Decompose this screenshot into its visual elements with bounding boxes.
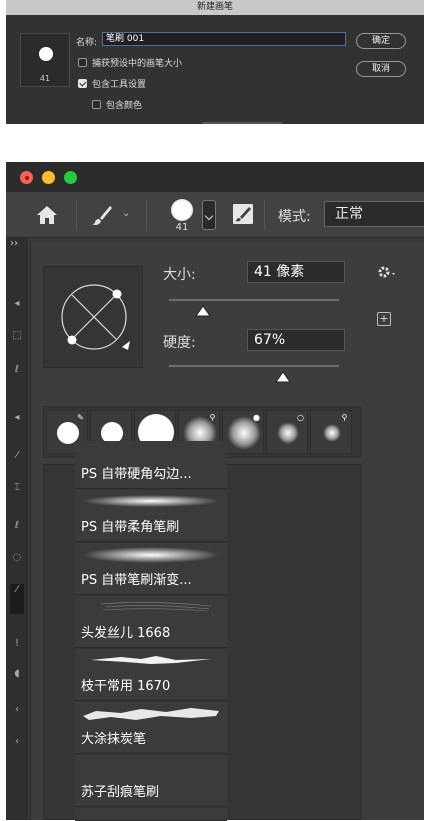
size-slider-track[interactable] [169,299,339,301]
path-tool-icon[interactable]: ‹ [11,736,23,748]
blend-mode-select[interactable]: 正常 [324,201,424,227]
brush-name: PS 自带柔角笔刷 [81,520,180,535]
size-input[interactable]: 41 像素 [247,261,345,283]
gear-icon[interactable] [375,261,397,283]
recent-brush-soft-round-opacity[interactable]: ● [222,410,264,454]
toolbar-divider [146,200,147,230]
pressure-icon: ⚲ [341,413,348,422]
gradient-tool-icon[interactable]: ◖ [11,668,23,680]
hardness-input[interactable]: 67% [247,329,345,351]
ok-button[interactable]: 确定 [356,33,406,49]
include-color-label: 包含颜色 [106,101,143,111]
brush-name: PS 自带笔刷渐变... [81,573,192,588]
size-slider-handle[interactable] [195,302,211,317]
brush-preview: 41 [20,33,70,87]
brush-size-readout: 41 [175,222,189,233]
options-bar: ⌄ 41 模式: 正常 [6,192,424,238]
stamp-tool-icon[interactable]: ℓ [11,520,23,532]
hardness-label: 硬度: [163,335,196,351]
capture-size-label: 捕获预设中的画笔大小 [92,59,183,69]
dialog-title: 新建画笔 [6,0,424,15]
checkbox-icon [78,58,87,67]
eyedropper-tool-icon[interactable]: ⁄ [11,450,23,462]
hair-stroke-preview [100,602,212,612]
name-label: 名称: [76,38,98,48]
brush-tip-icon [39,47,53,61]
soft-stroke-preview [83,495,219,507]
brush-name: PS 自带硬角勾边... [81,467,192,482]
checkbox-checked-icon [78,79,87,88]
brush-tip-icon [171,199,193,221]
cancel-button[interactable]: 取消 [356,61,406,77]
brush-list-item[interactable]: 枝干常用 1670 [75,649,227,701]
branch-stroke-preview [91,656,211,664]
brush-list-item[interactable]: PS 自带笔刷渐变... [75,543,227,595]
minimize-window-button[interactable] [42,171,55,184]
brush-tool-active-icon[interactable]: ⁄ [10,584,24,614]
charcoal-stroke-preview [83,708,219,720]
brush-tip-angle-preview[interactable] [43,266,143,368]
brush-preview-size: 41 [39,74,51,83]
blend-mode-label: 模式: [278,209,311,225]
include-tool-settings-checkbox[interactable]: 包含工具设置 [78,77,146,90]
brush-name: 大涂抹炭笔 [81,732,147,747]
recent-brush-soft-round-pressure-small[interactable]: ⚲ [310,410,352,454]
history-brush-icon[interactable]: ◌ [11,552,23,564]
brush-preset-dropdown-button[interactable] [202,200,216,230]
brush-list: PS 自带硬角勾边... PS 自带柔角笔刷 PS 自带笔刷渐变... 头发丝儿… [43,441,361,821]
airbrush-icon: ○ [297,413,304,422]
toolbar-divider [76,200,77,230]
expand-panels-icon[interactable]: ›› [10,238,18,249]
marquee-tool-icon[interactable]: ⬚ [11,330,23,342]
home-icon[interactable] [34,204,60,226]
brush-list-item[interactable] [75,808,227,821]
close-window-button[interactable] [20,171,33,184]
brush-list-item[interactable]: 头发丝儿 1668 [75,596,227,648]
capture-size-checkbox[interactable]: 捕获预设中的画笔大小 [78,56,182,69]
tool-preset-chevron-down-icon[interactable]: ⌄ [122,209,132,219]
include-tool-settings-label: 包含工具设置 [92,80,147,90]
healing-tool-icon[interactable]: ⌶ [11,482,23,494]
recent-brush-soft-round-airbrush[interactable]: ○ [266,410,308,454]
crop-tool-icon[interactable]: ◂ [11,412,23,424]
hardness-slider-handle[interactable] [274,368,291,383]
name-field[interactable]: 笔刷 001 [102,32,346,46]
include-color-checkbox[interactable]: 包含颜色 [92,98,142,111]
brush-name: 枝干常用 1670 [81,679,171,694]
opacity-drop-icon: ● [253,413,260,422]
toolbar-divider [264,200,265,230]
hardness-slider-track[interactable] [169,365,339,367]
pen-tool-icon[interactable]: ‹ [11,704,23,716]
eraser-tool-icon[interactable]: ! [11,638,23,650]
gradient-stroke-preview [83,547,219,563]
brush-name: 苏子刮痕笔刷 [81,785,160,800]
dialog-scrollbar[interactable] [202,122,282,124]
checkbox-icon [92,100,101,109]
pencil-icon: ✎ [77,413,84,422]
brush-settings-panel-icon[interactable] [232,203,254,225]
brush-angle-icon [61,284,130,350]
brush-name: 头发丝儿 1668 [81,626,171,641]
dialog-body: 41 名称: 笔刷 001 捕获预设中的画笔大小 包含工具设置 包含颜色 确定 … [6,15,424,124]
brush-list-item[interactable]: PS 自带柔角笔刷 [75,490,227,542]
new-brush-dialog: 新建画笔 41 名称: 笔刷 001 捕获预设中的画笔大小 包含工具设置 包含颜… [6,0,424,124]
tools-strip: ›› ◂ ⬚ ℓ ◂ ⁄ ⌶ ℓ ◌ ⁄ ! ◖ ‹ ‹ [6,238,28,820]
move-tool-icon[interactable]: ◂ [11,298,23,310]
lasso-tool-icon[interactable]: ℓ [11,364,23,376]
brush-list-item[interactable]: 苏子刮痕笔刷 [75,755,227,807]
brush-list-item[interactable]: 大涂抹炭笔 [75,702,227,754]
size-label: 大小: [163,267,196,283]
new-preset-icon[interactable]: + [377,312,391,326]
photoshop-window: ⌄ 41 模式: 正常 ›› ◂ ⬚ ℓ ◂ ⁄ ⌶ ℓ ◌ ⁄ ! ◖ ‹ ‹ [6,162,424,821]
brush-list-item[interactable]: PS 自带硬角勾边... [75,441,227,489]
zoom-window-button[interactable] [64,171,77,184]
pressure-icon: ⚲ [209,413,216,422]
brush-tool-icon[interactable] [90,204,114,226]
brush-preset-picker[interactable]: 41 [168,198,198,234]
brush-preset-panel: 大小: 41 像素 + 硬度: 67% ✎ ⚲ ● ○ ⚲ PS 自带硬角勾边.… [30,242,424,821]
title-bar [6,162,424,192]
